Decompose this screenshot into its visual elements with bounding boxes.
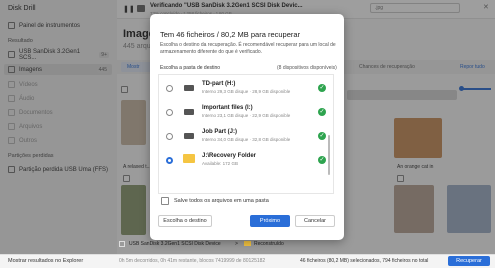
drive-capacity: Interno 34,0 GB disque · 32,8 GB disponi… (202, 137, 291, 142)
save-all-label: Salve todos os arquivos em uma pasta (174, 198, 269, 204)
drive-radio-selected[interactable] (166, 157, 173, 164)
drive-option-selected[interactable]: J:\Recovery Folder Available: 172 GB ✓ (160, 151, 330, 173)
hard-drive-icon (184, 85, 194, 91)
next-button[interactable]: Próximo (250, 215, 290, 227)
drive-capacity: Interno 23,1 GB disque · 22,9 GB disponi… (202, 113, 291, 118)
selection-summary: 46 ficheiros (80,2 MB) selecionados, 794… (300, 258, 429, 264)
check-circle-icon: ✓ (318, 108, 326, 116)
recover-button[interactable]: Recuperar (448, 256, 490, 266)
drive-radio[interactable] (166, 133, 173, 140)
drive-option[interactable]: TD-part (H:) Interno 29,3 GB disque · 28… (160, 79, 330, 101)
cancel-button[interactable]: Cancelar (295, 215, 335, 227)
check-circle-icon: ✓ (318, 132, 326, 140)
destination-label: Escolha a pasta de destino (160, 65, 221, 71)
choose-destination-button[interactable]: Escolha o destino (158, 215, 212, 227)
hard-drive-icon (184, 109, 194, 115)
drive-name: TD-part (H:) (202, 81, 236, 87)
available-devices-label: (8 dispositivos disponíveis) (277, 65, 337, 71)
drive-radio[interactable] (166, 109, 173, 116)
drive-option[interactable]: Important files (I:) Interno 23,1 GB dis… (160, 103, 330, 125)
breadcrumb-separator: > (235, 241, 238, 247)
status-bar: Mostrar resultados no Explorer 0h 5m dec… (0, 254, 495, 268)
scan-status-text: 0h 5m decorridos, 0h 41m restante, bloco… (119, 258, 266, 264)
drive-name: Job Part (J:) (202, 129, 238, 135)
drive-capacity: Interno 29,3 GB disque · 28,9 GB disponi… (202, 89, 291, 94)
breadcrumb: USB SanDisk 3.2Gen1 SCSI Disk Device > R… (117, 240, 377, 250)
drive-name: Important files (I:) (202, 105, 253, 111)
folder-icon (244, 241, 251, 246)
dialog-description: Escolha o destino da recuperação. É reco… (160, 42, 336, 55)
hard-drive-icon (184, 133, 194, 139)
drive-option[interactable]: Job Part (J:) Interno 34,0 GB disque · 3… (160, 127, 330, 149)
drive-radio[interactable] (166, 85, 173, 92)
check-circle-icon: ✓ (318, 156, 326, 164)
breadcrumb-folder[interactable]: Reconstruído (254, 241, 284, 247)
drive-capacity: Available: 172 GB (202, 161, 238, 166)
recovery-dialog: Tem 46 ficheiros / 80,2 MB para recupera… (150, 14, 344, 240)
check-circle-icon: ✓ (318, 84, 326, 92)
folder-icon (183, 154, 195, 163)
drive-name: J:\Recovery Folder (202, 153, 257, 159)
save-all-checkbox[interactable] (161, 197, 169, 205)
breadcrumb-checkbox[interactable] (119, 241, 125, 247)
breadcrumb-usb[interactable]: USB SanDisk 3.2Gen1 SCSI Disk Device (129, 241, 221, 247)
show-in-explorer-link[interactable]: Mostrar resultados no Explorer (8, 258, 83, 264)
dialog-title: Tem 46 ficheiros / 80,2 MB para recupera… (160, 30, 301, 39)
